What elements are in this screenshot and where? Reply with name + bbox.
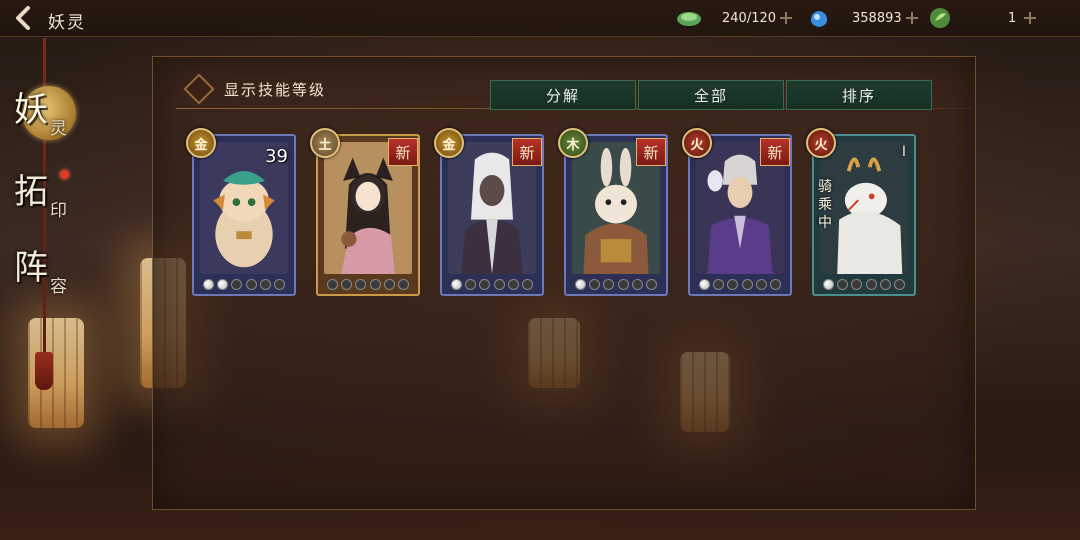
leaf-token-icon [928,7,954,29]
skill-pips [696,277,784,291]
page-title: 妖灵 [48,13,86,33]
spirit-pouch-icon [806,7,832,29]
riding-status: 骑乘中 [818,179,832,231]
leaf-value: 1 [1008,10,1017,26]
jade-icon [676,7,702,29]
new-badge: 新 [636,138,666,166]
new-badge: 新 [512,138,542,166]
new-badge: 新 [760,138,790,166]
spirit-card[interactable]: 土 新 [310,128,420,296]
skill-pips [448,277,536,291]
skill-pips [572,277,660,291]
spirit-card[interactable]: 金 新 [434,128,544,296]
nav-big-char: 妖 [14,90,48,130]
element-badge: 金 [434,128,464,158]
tab-sort[interactable]: 排序 [786,80,932,110]
spirit-card[interactable]: 金 39 [186,128,296,296]
add-spirit-button[interactable] [905,12,918,24]
resource-jade: 240/120 [676,4,793,32]
nav-big-char: 拓 [14,172,48,212]
element-badge: 土 [310,128,340,158]
tab-all[interactable]: 全部 [638,80,784,110]
panel-tabs: 分解 全部 排序 [490,80,934,110]
element-badge: 木 [558,128,588,158]
skill-pips [200,277,288,291]
element-badge: 火 [682,128,712,158]
element-badge: 金 [186,128,216,158]
spirit-card[interactable]: 木 新 [558,128,668,296]
new-badge: 新 [388,138,418,166]
show-skill-level-toggle[interactable]: 显示技能等级 [183,73,327,105]
card-level: 39 [265,146,288,167]
diamond-checkbox-icon[interactable] [183,73,215,105]
nav-tassel-decoration [35,352,53,390]
back-arrow-icon [16,6,30,30]
skill-pips [324,277,412,291]
nav-item-zhenrong[interactable]: 阵 容 [14,240,76,302]
skill-pips [820,277,908,291]
top-bar: 妖灵 240/120 358893 1 [0,0,1080,37]
resource-leaf: 1 [928,4,1037,32]
element-badge: 火 [806,128,836,158]
toggle-label: 显示技能等级 [224,80,327,99]
add-leaf-button[interactable] [1024,12,1037,24]
nav-item-yaoling[interactable]: 妖 灵 [14,82,76,144]
add-jade-button[interactable] [780,12,793,24]
jade-value: 240/120 [722,10,777,26]
nav-small-char: 印 [50,201,67,221]
spirit-value: 358893 [852,10,902,26]
tab-decompose[interactable]: 分解 [490,80,636,110]
nav-big-char: 阵 [14,248,48,288]
resource-spirit: 358893 [806,4,918,32]
back-button[interactable] [12,6,38,30]
star-rank: I [901,144,906,160]
spirit-card[interactable]: 火 I 骑乘中 [806,128,916,296]
nav-small-char: 容 [50,277,67,297]
nav-small-char: 灵 [50,119,67,139]
notification-dot [60,170,69,179]
spirit-card[interactable]: 火 新 [682,128,792,296]
